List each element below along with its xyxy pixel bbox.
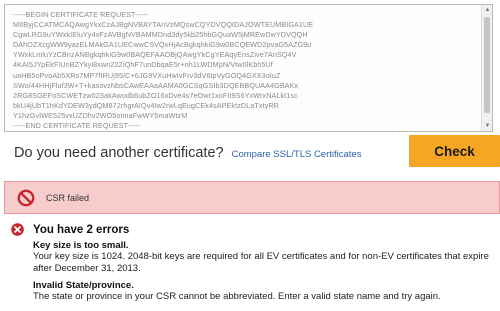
csr-text: -----BEGIN CERTIFICATE REQUEST----- MIIB…	[13, 10, 314, 131]
another-certificate-question: Do you need another certificate?	[14, 145, 224, 161]
question-row: Do you need another certificate? Compare…	[14, 145, 361, 161]
csr-textarea[interactable]: -----BEGIN CERTIFICATE REQUEST----- MIIB…	[4, 4, 493, 132]
csr-failed-banner: CSR failed	[4, 181, 500, 214]
prohibited-icon	[11, 223, 24, 236]
compare-certificates-link[interactable]: Compare SSL/TLS Certificates	[232, 149, 362, 160]
check-button[interactable]: Check	[409, 135, 500, 167]
error-item: Key size is too small. Your key size is …	[33, 240, 500, 274]
prohibited-icon	[17, 189, 35, 206]
csr-scrollbar[interactable]: ▲ ▼	[481, 5, 492, 131]
error-heading: Key size is too small.	[33, 240, 129, 251]
scroll-down-icon[interactable]: ▼	[483, 121, 492, 131]
csr-failed-label: CSR failed	[46, 192, 90, 203]
errors-header: You have 2 errors	[10, 222, 129, 237]
scroll-thumb[interactable]	[484, 17, 490, 113]
scroll-up-icon[interactable]: ▲	[483, 5, 492, 15]
error-description: Your key size is 1024. 2048-bit keys are…	[33, 251, 489, 274]
error-heading: Invalid State/province.	[33, 280, 134, 291]
errors-title: You have 2 errors	[33, 223, 130, 236]
error-description: The state or province in your CSR cannot…	[33, 291, 441, 302]
error-item: Invalid State/province. The state or pro…	[33, 280, 500, 303]
